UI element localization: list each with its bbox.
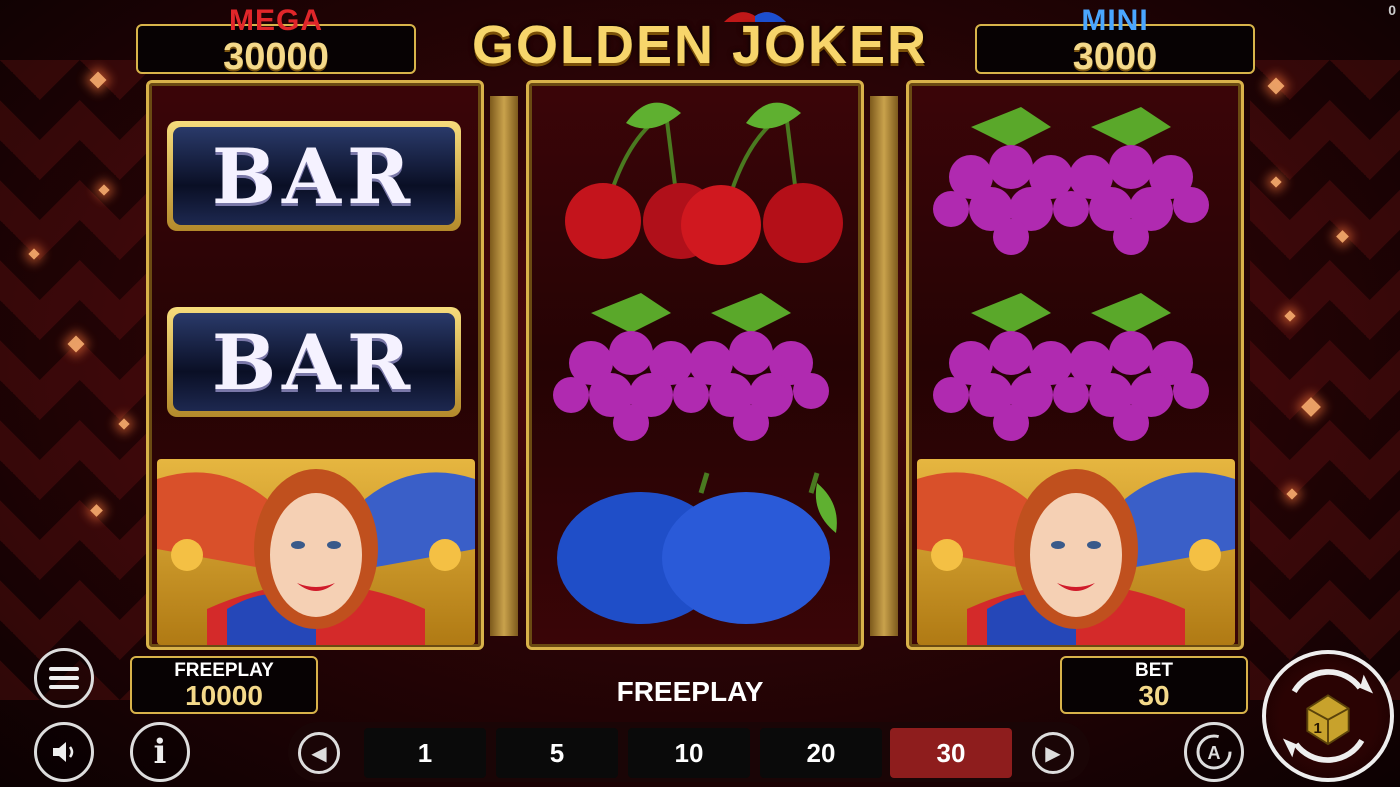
mini-value: 3000 [1072, 36, 1158, 78]
mini-jackpot: MINI 3000 [975, 4, 1255, 78]
chevron-right-icon: ▶ [1045, 742, 1061, 765]
grapes-symbol [933, 107, 1209, 255]
bar-symbol-text: BAR [173, 127, 455, 225]
freeplay-balance-label: FREEPLAY [174, 660, 274, 681]
bet-option-20[interactable]: 20 [760, 728, 882, 778]
plum-symbol [557, 472, 837, 624]
bet-option-1[interactable]: 1 [364, 728, 486, 778]
svg-text:1: 1 [1313, 720, 1321, 737]
status-message: FREEPLAY [616, 676, 764, 707]
freeplay-balance-box: FREEPLAY 10000 [130, 656, 318, 714]
reel-3 [906, 80, 1244, 650]
bet-option-30[interactable]: 30 [890, 728, 1012, 778]
bet-value: 30 [1138, 680, 1170, 711]
left-harlequin-pattern [0, 60, 150, 700]
svg-text:A: A [1208, 743, 1221, 763]
joker-face-icon [157, 469, 475, 645]
joker-symbol [157, 459, 475, 645]
grapes-symbol [553, 293, 829, 441]
grapes-symbol [933, 293, 1209, 441]
bet-option-10[interactable]: 10 [628, 728, 750, 778]
cherry-symbol [565, 102, 843, 265]
reel-1: BAR BAR [146, 80, 484, 650]
right-harlequin-pattern [1250, 60, 1400, 700]
bar-symbol-text: BAR [173, 313, 455, 411]
reel-2 [526, 80, 864, 650]
menu-button[interactable] [34, 648, 94, 708]
bet-prev-button[interactable]: ◀ [298, 732, 340, 774]
chevron-left-icon: ◀ [311, 742, 327, 765]
info-button[interactable]: i [130, 722, 190, 782]
autoplay-button[interactable]: A [1184, 722, 1244, 782]
freeplay-balance-value: 10000 [185, 680, 263, 711]
bar-symbol: BAR [167, 121, 461, 231]
bar-symbol: BAR [167, 307, 461, 417]
joker-face-icon [917, 469, 1235, 645]
hamburger-icon [49, 667, 79, 689]
speaker-icon [53, 742, 74, 762]
counter-readout: 0 [1388, 2, 1396, 18]
bet-box: BET 30 [1060, 656, 1248, 714]
mini-label: MINI [1081, 4, 1149, 37]
autoplay-icon: A [1196, 734, 1232, 770]
bet-option-5[interactable]: 5 [496, 728, 618, 778]
reel-divider [870, 96, 898, 636]
bet-label: BET [1135, 660, 1173, 681]
bet-next-button[interactable]: ▶ [1032, 732, 1074, 774]
spin-button[interactable]: 1 [1262, 650, 1394, 782]
mega-jackpot: MEGA 30000 [136, 4, 416, 78]
mega-value: 30000 [223, 36, 329, 78]
joker-symbol [917, 459, 1235, 645]
info-icon: i [153, 732, 167, 772]
reel-divider [490, 96, 518, 636]
mega-label: MEGA [229, 4, 323, 37]
sound-button[interactable] [34, 722, 94, 782]
spin-dice-icon: 1 [1282, 669, 1374, 763]
